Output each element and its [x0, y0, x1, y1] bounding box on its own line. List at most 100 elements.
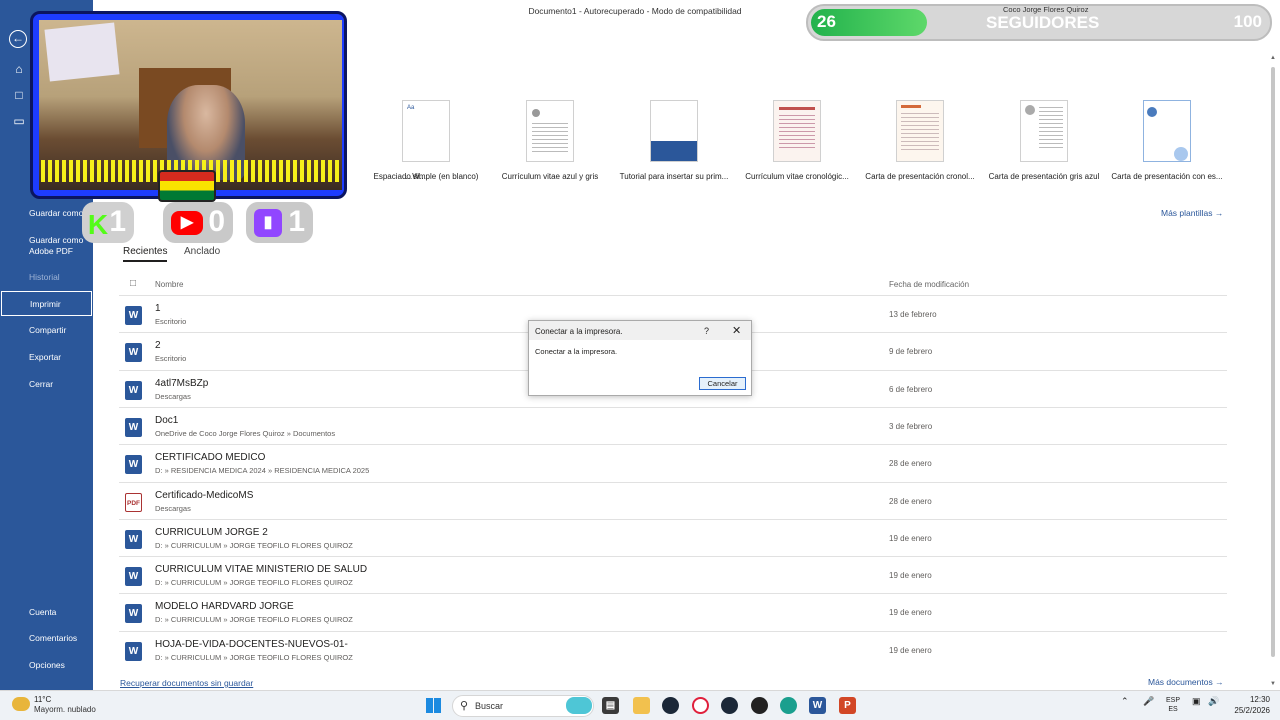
file-name: CERTIFICADO MEDICO — [155, 452, 266, 464]
template-blank[interactable]: Aa Espaciado simple (en blanco) — [364, 100, 488, 181]
steam-icon[interactable] — [662, 697, 679, 714]
file-path: Descargas — [155, 503, 191, 513]
column-header-date[interactable]: Fecha de modificación — [889, 280, 969, 289]
kick-icon: K — [87, 209, 109, 240]
template-tutorial[interactable]: Tutorial para insertar su prim... — [612, 100, 736, 181]
file-row[interactable]: W Doc1 OneDrive de Coco Jorge Flores Quiro… — [119, 406, 1227, 444]
task-view-icon[interactable]: ▤ — [602, 697, 619, 714]
connect-printer-dialog: Conectar a la impresora. ? ✕ Conectar a … — [528, 320, 752, 396]
file-modified-date: 19 de enero — [889, 645, 932, 655]
network-icon[interactable]: ▣ — [1192, 696, 1201, 707]
vertical-scrollbar[interactable]: ▲ ▼ — [1270, 55, 1278, 687]
taskbar-clock[interactable]: 12:30 25/2/2026 — [1222, 694, 1270, 716]
sidebar-item-close[interactable]: Cerrar — [29, 379, 91, 390]
file-row[interactable]: W CERTIFICADO MEDICO D: » RESIDENCIA MEDIC… — [119, 444, 1227, 481]
template-cover-gray-blue[interactable]: Carta de presentación gris azul — [982, 100, 1106, 181]
word-file-icon: W — [125, 567, 142, 587]
file-path: Escritorio — [155, 354, 187, 364]
sidebar-item-export[interactable]: Exportar — [29, 352, 91, 363]
microphone-icon[interactable]: 🎤 — [1143, 696, 1154, 707]
sidebar-item-options[interactable]: Opciones — [29, 660, 91, 671]
scroll-down-icon[interactable]: ▼ — [1270, 681, 1276, 687]
chevron-up-icon[interactable]: ⌃ — [1121, 696, 1129, 707]
cancel-button[interactable]: Cancelar — [699, 377, 746, 390]
template-cv-blue-gray[interactable]: Currículum vitae azul y gris — [488, 100, 612, 181]
file-name: 1 — [155, 303, 161, 314]
word-file-icon: W — [125, 343, 142, 363]
file-name: HOJA-DE-VIDA-DOCENTES-NUEVOS-01- — [155, 638, 348, 650]
home-icon[interactable]: ⌂ — [11, 62, 27, 78]
scroll-up-icon[interactable]: ▲ — [1270, 55, 1276, 61]
sidebar-item-history: Historial — [29, 272, 60, 282]
file-row[interactable]: W CURRICULUM JORGE 2 D: » CURRICULUM » JOR… — [119, 518, 1227, 556]
followers-goal-overlay: 26 Coco Jorge Flores Quiroz SEGUIDORES 1… — [806, 4, 1272, 41]
opera-icon[interactable] — [692, 697, 709, 714]
sidebar-item-save-as-pdf[interactable]: Guardar como Adobe PDF — [29, 235, 91, 257]
windows-start-icon[interactable] — [426, 698, 441, 713]
file-path: D: » CURRICULUM » JORGE TEOFILO FLORES Q… — [155, 540, 353, 550]
file-modified-date: 28 de enero — [889, 459, 932, 469]
file-modified-date: 6 de febrero — [889, 384, 933, 394]
youtube-icon: ▶ — [171, 211, 203, 235]
weather-description[interactable]: Mayorm. nublado — [34, 705, 96, 714]
template-cv-chrono[interactable]: Currículum vitae cronológic... — [735, 100, 859, 181]
language-indicator[interactable]: ESP ES — [1166, 696, 1180, 714]
more-documents-link[interactable]: Más documentos → — [1148, 677, 1224, 687]
file-path: Descargas — [155, 391, 191, 401]
template-thumbnail — [773, 100, 821, 162]
youtube-counter: ▶ 0 — [163, 202, 233, 243]
search-highlight-icon[interactable] — [566, 697, 592, 714]
word-file-icon: W — [125, 380, 142, 400]
template-thumbnail — [1143, 100, 1191, 162]
word-icon[interactable]: W — [809, 697, 826, 714]
followers-label: SEGUIDORES — [986, 13, 1100, 32]
file-path: D: » CURRICULUM » JORGE TEOFILO FLORES Q… — [155, 578, 353, 588]
template-thumbnail — [650, 100, 698, 162]
more-templates-link[interactable]: Más plantillas → — [1161, 208, 1223, 218]
word-file-icon: W — [125, 604, 142, 624]
template-cover-chrono[interactable]: Carta de presentación cronol... — [858, 100, 982, 181]
new-document-icon[interactable]: □ — [11, 88, 27, 104]
scrollbar-thumb[interactable] — [1271, 67, 1275, 657]
sidebar-item-print[interactable]: Imprimir — [1, 291, 92, 316]
sidebar-item-feedback[interactable]: Comentarios — [29, 633, 91, 644]
webcam-poster — [44, 22, 120, 82]
template-thumbnail — [1020, 100, 1068, 162]
weather-cloud-icon[interactable] — [12, 697, 30, 711]
file-path: OneDrive de Coco Jorge Flores Quiroz » D… — [155, 428, 336, 438]
back-arrow-icon[interactable]: ← — [9, 30, 27, 48]
steam-alt-icon[interactable] — [721, 697, 738, 714]
edge-icon[interactable] — [780, 697, 797, 714]
sidebar-item-share[interactable]: Compartir — [29, 325, 91, 336]
followers-current: 26 — [817, 12, 836, 31]
file-row[interactable]: W CURRICULUM VITAE MINISTERIO DE SALUD D: … — [119, 556, 1227, 593]
file-type-header-icon: □ — [130, 278, 137, 289]
bolivia-flag-icon — [158, 170, 216, 202]
file-row[interactable]: W MODELO HARDVARD JORGE D: » CURRICULUM » … — [119, 593, 1227, 630]
file-row[interactable]: PDF Certificado-MedicoMS Descargas 28 de en… — [119, 481, 1227, 519]
file-name: CURRICULUM JORGE 2 — [155, 526, 268, 538]
weather-temperature[interactable]: 11°C — [34, 695, 51, 704]
file-modified-date: 28 de enero — [889, 496, 932, 506]
close-icon[interactable]: ✕ — [732, 324, 741, 337]
file-modified-date: 9 de febrero — [889, 347, 933, 357]
column-header-name[interactable]: Nombre — [155, 280, 183, 289]
tab-pinned[interactable]: Anclado — [184, 246, 220, 257]
dialog-body: Conectar a la impresora. Cancelar — [529, 340, 751, 395]
obs-icon[interactable] — [751, 697, 768, 714]
open-folder-icon[interactable]: ▭ — [11, 114, 27, 130]
sidebar-item-account[interactable]: Cuenta — [29, 607, 91, 618]
file-path: D: » CURRICULUM » JORGE TEOFILO FLORES Q… — [155, 652, 353, 662]
recover-unsaved-link[interactable]: Recuperar documentos sin guardar — [120, 678, 253, 688]
template-cover-styled[interactable]: Carta de presentación con es... — [1105, 100, 1229, 181]
arrow-right-icon: → — [1215, 677, 1224, 687]
kick-counter: K 1 — [82, 202, 134, 243]
tab-recent[interactable]: Recientes — [123, 246, 168, 262]
volume-icon[interactable]: 🔊 — [1208, 696, 1219, 707]
file-row[interactable]: W HOJA-DE-VIDA-DOCENTES-NUEVOS-01- D: » CU… — [119, 630, 1227, 668]
powerpoint-icon[interactable]: P — [839, 697, 856, 714]
file-explorer-icon[interactable] — [633, 697, 650, 714]
file-path: D: » CURRICULUM » JORGE TEOFILO FLORES Q… — [155, 615, 353, 625]
word-backstage: ← ⌂ □ ▭ Guardar como Guardar como Adobe … — [0, 0, 1280, 690]
dialog-help-button[interactable]: ? — [704, 326, 709, 336]
